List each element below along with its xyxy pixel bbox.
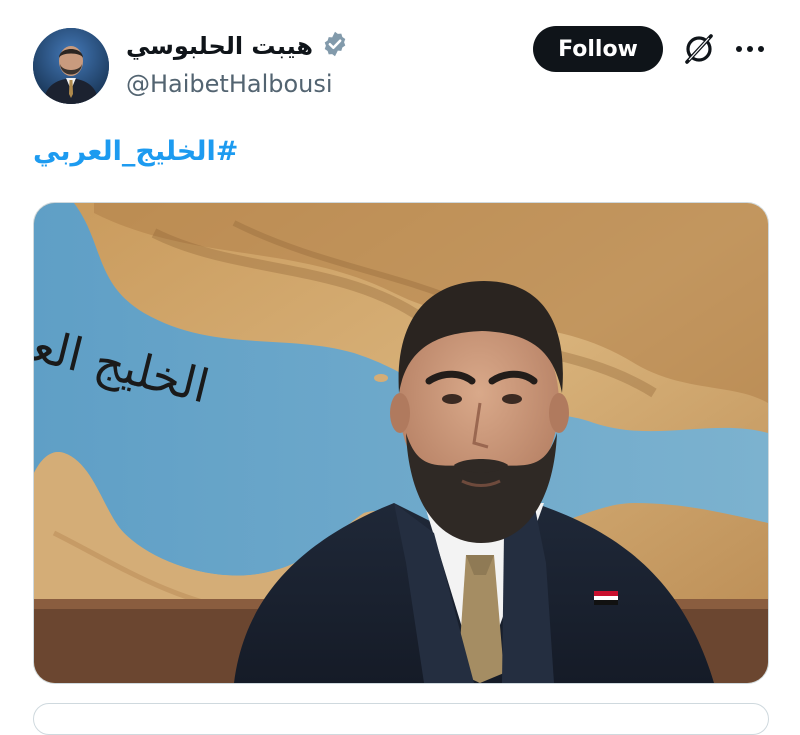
- author-handle[interactable]: @HaibetHalbousi: [126, 70, 333, 98]
- grok-icon[interactable]: [680, 30, 718, 68]
- verified-badge-icon: [321, 30, 349, 62]
- author-display-name[interactable]: هيبت الحلبوسي: [126, 32, 313, 60]
- tweet-media-image[interactable]: الخليج العربي: [33, 202, 769, 684]
- author-avatar[interactable]: [33, 28, 109, 104]
- author-name-row[interactable]: هيبت الحلبوسي: [126, 30, 349, 62]
- next-card-edge: [33, 703, 769, 735]
- more-options-icon[interactable]: [733, 36, 767, 62]
- hashtag-link[interactable]: #الخليج_العربي: [33, 136, 238, 167]
- follow-button[interactable]: Follow: [533, 26, 663, 72]
- portrait-over-map-image: الخليج العربي: [34, 203, 768, 683]
- avatar-portrait-icon: [33, 28, 109, 104]
